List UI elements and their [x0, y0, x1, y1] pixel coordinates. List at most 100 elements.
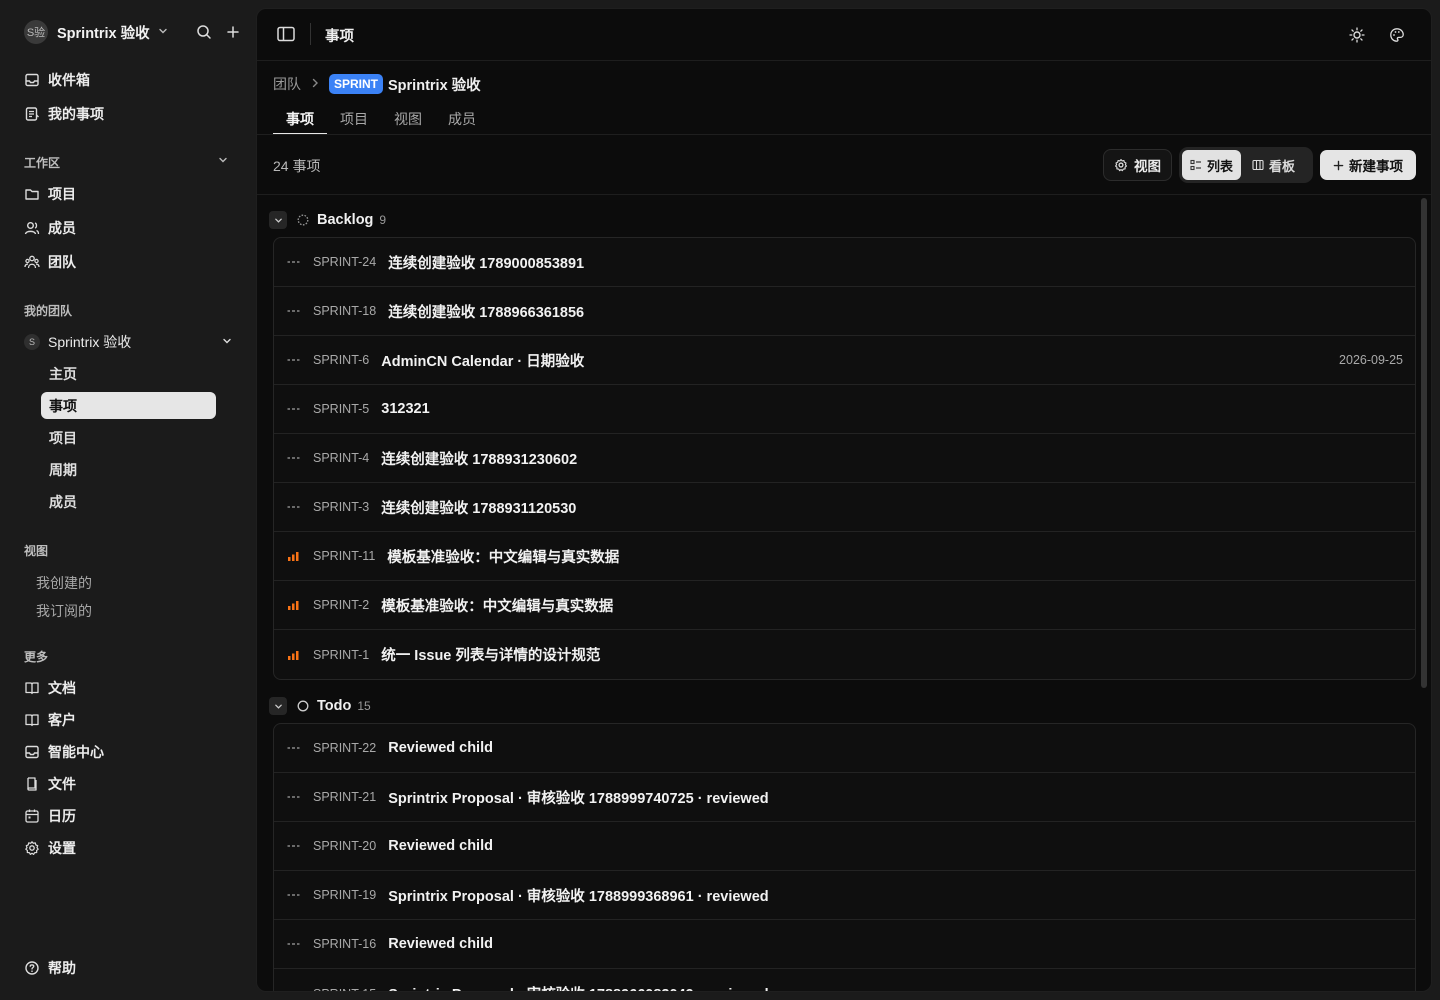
- workspace-switcher[interactable]: S验 Sprintrix 验收: [24, 20, 240, 44]
- table-row[interactable]: SPRINT-16 Reviewed child: [274, 920, 1415, 969]
- layout-switcher: 列表 看板: [1179, 147, 1313, 183]
- team-item-issues[interactable]: 事项: [41, 392, 216, 419]
- chevron-down-icon[interactable]: [269, 697, 287, 715]
- issue-title: 统一 Issue 列表与详情的设计规范: [381, 648, 601, 664]
- table-row[interactable]: SPRINT-3 连续创建验收 1788931120530: [274, 483, 1415, 532]
- table-row[interactable]: SPRINT-21 Sprintrix Proposal · 审核验收 1788…: [274, 773, 1415, 822]
- nav-files-label: 文件: [48, 776, 76, 792]
- no-priority-icon[interactable]: [287, 355, 300, 365]
- sidebar-toggle-icon[interactable]: [277, 26, 295, 45]
- issue-id: SPRINT-5: [313, 402, 370, 416]
- chevron-down-icon[interactable]: [218, 155, 228, 168]
- nav-calendar[interactable]: 日历: [24, 804, 224, 828]
- no-priority-icon[interactable]: [287, 453, 300, 463]
- issue-id: SPRINT-4: [313, 451, 370, 465]
- issue-due-date[interactable]: 2026-09-25: [1339, 353, 1403, 367]
- view-subscribed[interactable]: 我订阅的: [36, 601, 92, 621]
- chevron-right-icon: [311, 77, 319, 91]
- help-icon: [25, 961, 39, 975]
- table-row[interactable]: SPRINT-5 312321: [274, 385, 1415, 434]
- no-priority-icon[interactable]: [287, 502, 300, 512]
- members-icon: [24, 220, 40, 236]
- team-item-cycles[interactable]: 周期: [41, 456, 216, 483]
- nav-inbox[interactable]: 收件箱: [24, 68, 224, 92]
- nav-docs[interactable]: 文档: [24, 676, 224, 700]
- table-row[interactable]: SPRINT-18 连续创建验收 1788966361856: [274, 287, 1415, 336]
- table-row[interactable]: SPRINT-24 连续创建验收 1789000853891: [274, 238, 1415, 287]
- tab-members[interactable]: 成员: [435, 105, 489, 135]
- table-row[interactable]: SPRINT-2 模板基准验收：中文编辑与真实数据: [274, 581, 1415, 630]
- team-item-home[interactable]: 主页: [41, 360, 216, 387]
- tab-views[interactable]: 视图: [381, 105, 435, 135]
- chevron-down-icon: [158, 26, 168, 39]
- team-item-projects[interactable]: 项目: [41, 424, 216, 451]
- nav-projects[interactable]: 项目: [24, 182, 224, 206]
- breadcrumb-team[interactable]: 团队: [273, 74, 301, 94]
- table-row[interactable]: SPRINT-20 Reviewed child: [274, 822, 1415, 871]
- no-priority-icon[interactable]: [287, 257, 300, 267]
- table-row[interactable]: SPRINT-19 Sprintrix Proposal · 审核验收 1788…: [274, 871, 1415, 920]
- topbar: 事项: [257, 9, 1431, 61]
- issue-title: Reviewed child: [388, 838, 493, 854]
- high-priority-icon[interactable]: [287, 650, 300, 660]
- nav-settings[interactable]: 设置: [24, 836, 224, 860]
- board-layout-button[interactable]: 看板: [1244, 150, 1303, 180]
- list-layout-button[interactable]: 列表: [1182, 150, 1242, 180]
- no-priority-icon[interactable]: [287, 743, 300, 753]
- view-options-button[interactable]: 视图: [1103, 149, 1172, 181]
- workspace-section-label: 工作区: [24, 156, 61, 170]
- no-priority-icon[interactable]: [287, 939, 300, 949]
- new-issue-button[interactable]: 新建事项: [1320, 150, 1416, 180]
- team-badge: S: [24, 334, 40, 350]
- breadcrumb: 团队 SPRINT Sprintrix 验收: [273, 73, 481, 95]
- issue-id: SPRINT-20: [313, 839, 377, 853]
- table-row[interactable]: SPRINT-6 AdminCN Calendar · 日期验收 2026-09…: [274, 336, 1415, 385]
- sun-icon[interactable]: [1349, 27, 1365, 46]
- nav-files[interactable]: 文件: [24, 772, 224, 796]
- group-header-backlog[interactable]: Backlog 9: [269, 208, 386, 232]
- nav-ai-center[interactable]: 智能中心: [24, 740, 224, 764]
- no-priority-icon[interactable]: [287, 890, 300, 900]
- issue-title: 连续创建验收 1788931230602: [381, 451, 578, 468]
- group-count: 9: [379, 213, 387, 227]
- no-priority-icon[interactable]: [287, 404, 300, 414]
- team-icon: [24, 254, 40, 270]
- ai-center-icon: [24, 744, 40, 760]
- group-name: Todo: [317, 698, 352, 714]
- table-row[interactable]: SPRINT-15 Sprintrix Proposal · 审核验收 1788…: [274, 969, 1415, 992]
- issue-title: Sprintrix Proposal · 审核验收 1788999740725 …: [388, 790, 769, 807]
- table-row[interactable]: SPRINT-4 连续创建验收 1788931230602: [274, 434, 1415, 483]
- table-row[interactable]: SPRINT-11 模板基准验收：中文编辑与真实数据: [274, 532, 1415, 581]
- no-priority-icon[interactable]: [287, 792, 300, 802]
- palette-icon[interactable]: [1389, 27, 1405, 46]
- search-icon[interactable]: [196, 24, 212, 40]
- nav-ai-center-label: 智能中心: [48, 744, 104, 760]
- group-header-todo[interactable]: Todo 15: [269, 694, 371, 718]
- team-item-members[interactable]: 成员: [41, 488, 216, 515]
- high-priority-icon[interactable]: [287, 551, 300, 561]
- nav-my-issues[interactable]: 我的事项: [24, 102, 224, 126]
- nav-customers[interactable]: 客户: [24, 708, 224, 732]
- nav-my-issues-label: 我的事项: [48, 106, 104, 122]
- tab-projects[interactable]: 项目: [327, 105, 381, 135]
- help-button[interactable]: 帮助: [24, 958, 76, 978]
- plus-icon[interactable]: [226, 25, 240, 39]
- nav-members[interactable]: 成员: [24, 216, 224, 240]
- team-sprintrix[interactable]: S Sprintrix 验收: [24, 332, 232, 352]
- tab-issues[interactable]: 事项: [273, 105, 327, 135]
- board-icon: [1252, 159, 1264, 171]
- view-created-by-me[interactable]: 我创建的: [36, 573, 92, 593]
- views-section-label: 视图: [24, 544, 49, 558]
- table-row[interactable]: SPRINT-22 Reviewed child: [274, 724, 1415, 773]
- no-priority-icon[interactable]: [287, 989, 300, 992]
- no-priority-icon[interactable]: [287, 841, 300, 851]
- breadcrumb-team-name[interactable]: Sprintrix 验收: [388, 74, 481, 95]
- high-priority-icon[interactable]: [287, 600, 300, 610]
- list-scrollbar[interactable]: [1421, 198, 1427, 688]
- chevron-down-icon[interactable]: [222, 336, 232, 349]
- chevron-down-icon[interactable]: [269, 211, 287, 229]
- table-row[interactable]: SPRINT-1 统一 Issue 列表与详情的设计规范: [274, 630, 1415, 679]
- group-name: Backlog: [317, 212, 374, 228]
- nav-teams[interactable]: 团队: [24, 250, 224, 274]
- no-priority-icon[interactable]: [287, 306, 300, 316]
